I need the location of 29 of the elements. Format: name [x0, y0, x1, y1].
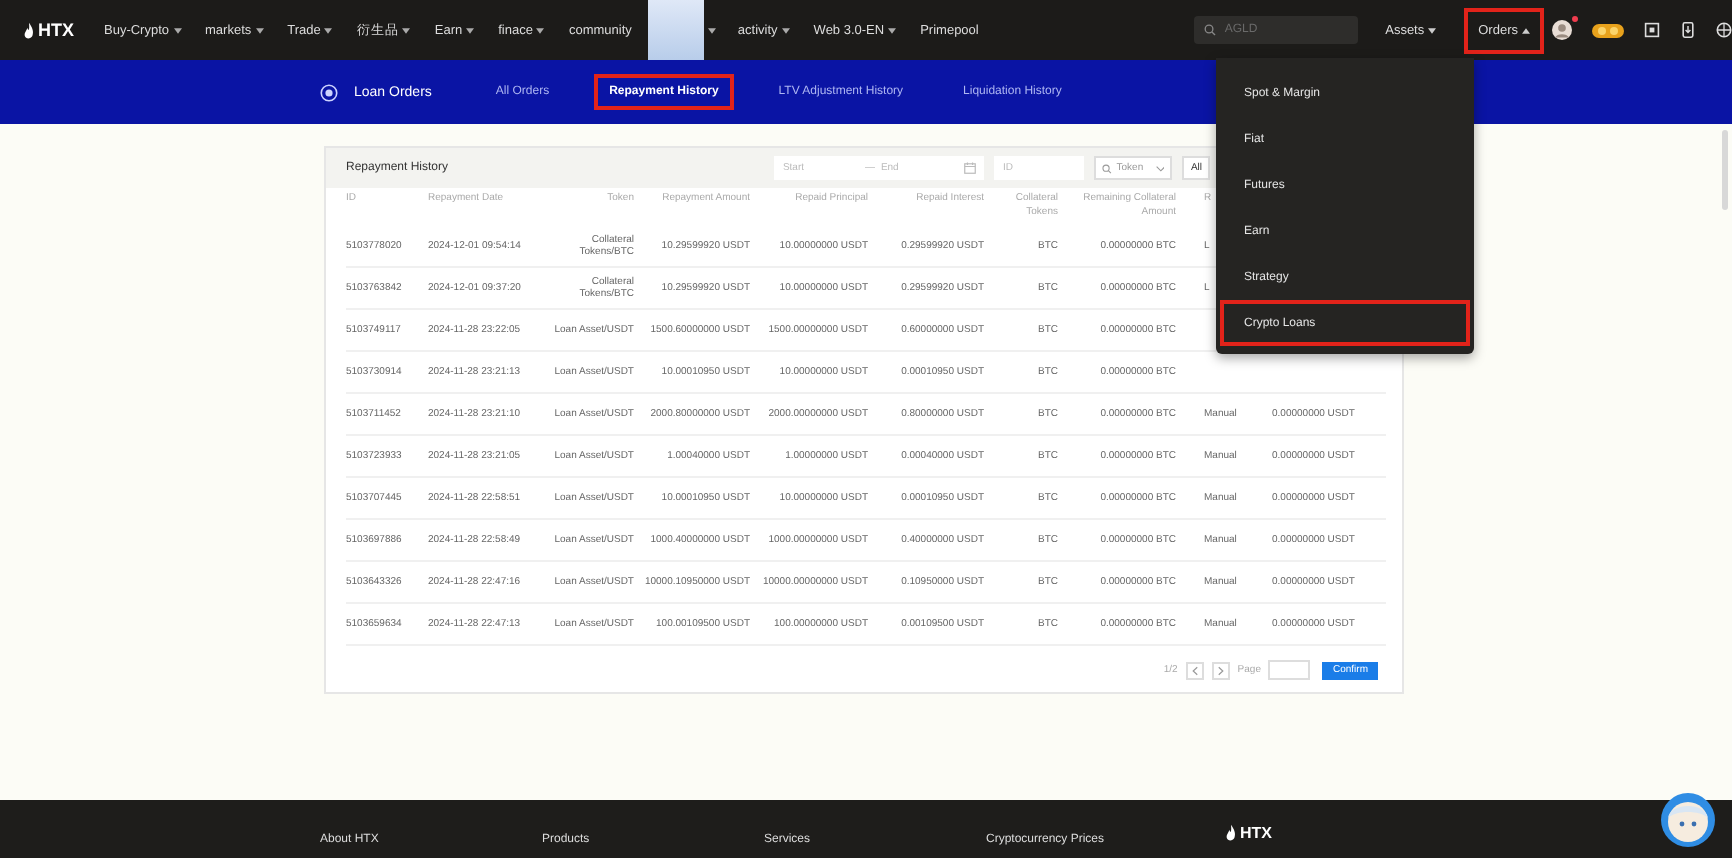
flame-icon [1226, 824, 1236, 842]
scrollbar[interactable] [1722, 130, 1728, 210]
search-icon [1204, 24, 1217, 36]
caret-icon [255, 27, 264, 33]
chevron-right-icon [1217, 665, 1224, 675]
chevron-down-icon [1155, 165, 1165, 171]
htx-logo: HTX [1226, 824, 1272, 842]
level-badge-icon[interactable] [1592, 23, 1624, 37]
caret-icon [781, 27, 790, 33]
caret-icon [1428, 27, 1437, 33]
chevron-left-icon [1191, 665, 1198, 675]
caret-icon [324, 27, 333, 33]
search-icon [1102, 163, 1113, 173]
target-icon [320, 83, 338, 101]
htx-logo[interactable]: HTX [24, 20, 74, 40]
page-number-field[interactable] [1268, 660, 1311, 680]
caret-icon [536, 27, 545, 33]
caret-icon [1522, 27, 1530, 33]
caret-icon [466, 27, 475, 33]
calendar-icon [964, 162, 977, 174]
chat-assistant-icon[interactable] [1660, 792, 1716, 848]
avatar-icon[interactable] [1552, 20, 1572, 40]
flame-icon [24, 21, 34, 39]
screen-icon[interactable] [1644, 22, 1660, 38]
caret-icon [173, 27, 182, 33]
caret-icon [888, 27, 897, 33]
globe-icon[interactable] [1716, 22, 1732, 38]
caret-icon [402, 27, 411, 33]
download-icon[interactable] [1680, 22, 1696, 38]
